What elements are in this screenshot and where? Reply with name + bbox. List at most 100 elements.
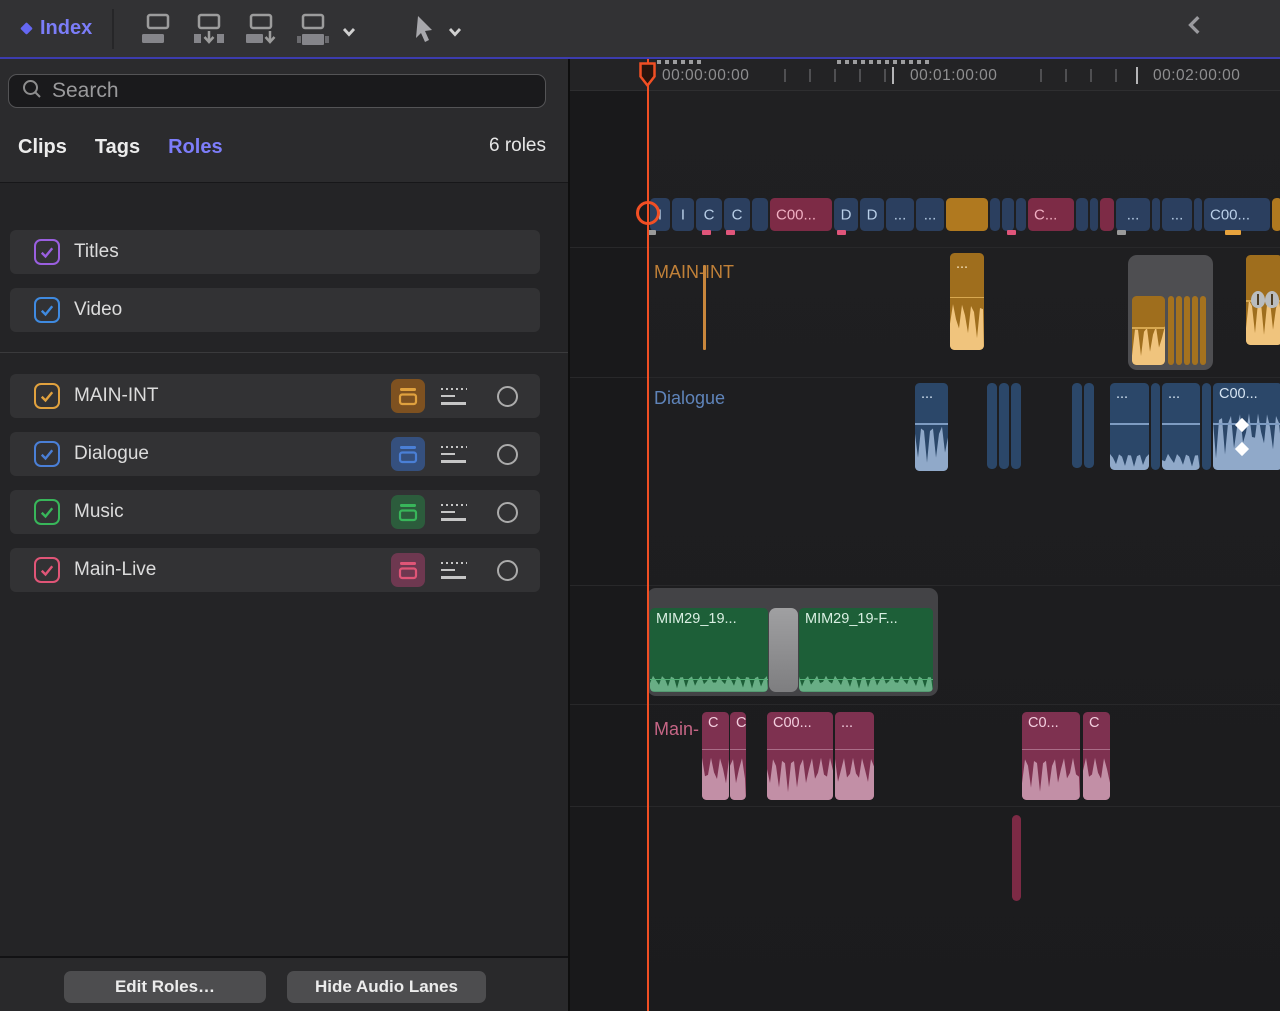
timeline-clip[interactable]: [1072, 383, 1082, 468]
role-checkbox[interactable]: [34, 441, 60, 467]
show-subroles-button[interactable]: [441, 561, 471, 579]
focus-role-button[interactable]: [497, 443, 518, 465]
storyline-clip[interactable]: [1272, 198, 1280, 231]
volume-line[interactable]: [1162, 423, 1200, 425]
show-subroles-button[interactable]: [441, 445, 471, 463]
tab-tags[interactable]: Tags: [95, 136, 140, 159]
insert-edit-icon[interactable]: [190, 8, 228, 50]
timeline-clip[interactable]: ...: [950, 253, 984, 350]
volume-line[interactable]: [1110, 423, 1149, 425]
storyline-clip[interactable]: [1002, 198, 1014, 231]
volume-line[interactable]: [915, 423, 948, 425]
role-checkbox[interactable]: [34, 383, 60, 409]
timeline-clip[interactable]: [1200, 296, 1206, 365]
role-row-main-int[interactable]: MAIN-INT: [10, 374, 540, 418]
volume-line[interactable]: [767, 748, 833, 751]
role-row-music[interactable]: Music: [10, 490, 540, 534]
index-button[interactable]: Index: [0, 0, 112, 57]
timeline-clip[interactable]: [1202, 383, 1211, 470]
search-input[interactable]: Search: [8, 74, 546, 108]
storyline-clip[interactable]: [1194, 198, 1202, 231]
clip-marker[interactable]: [702, 230, 711, 235]
connect-edit-icon[interactable]: [138, 8, 176, 50]
volume-line[interactable]: [650, 678, 768, 681]
timeline-clip[interactable]: C0...: [1022, 712, 1080, 800]
role-checkbox[interactable]: [34, 557, 60, 583]
storyline-clip[interactable]: [1100, 198, 1114, 231]
volume-line[interactable]: [1083, 748, 1110, 751]
edit-roles-button[interactable]: Edit Roles…: [64, 971, 266, 1003]
volume-line[interactable]: [950, 296, 984, 299]
storyline-clip[interactable]: ...: [1116, 198, 1150, 231]
timeline-clip[interactable]: C00...: [767, 712, 833, 800]
role-checkbox[interactable]: [34, 499, 60, 525]
storyline-clip[interactable]: C00...: [770, 198, 832, 231]
clip-marker[interactable]: [1225, 230, 1241, 235]
show-subroles-button[interactable]: [441, 503, 471, 521]
timeline-clip[interactable]: MIM29_19-F...: [799, 608, 933, 692]
timeline-clip[interactable]: [999, 383, 1009, 469]
volume-line[interactable]: [1132, 327, 1165, 329]
timeline-ruler[interactable]: 00:00:00:00 00:01:00:00 00:02:00:00: [570, 59, 1280, 91]
show-subroles-button[interactable]: [441, 387, 471, 405]
show-audio-lane-button[interactable]: [391, 379, 425, 413]
role-row-video[interactable]: Video: [10, 288, 540, 332]
hide-audio-lanes-button[interactable]: Hide Audio Lanes: [287, 971, 486, 1003]
clip-marker[interactable]: [837, 230, 846, 235]
fade-handle[interactable]: [1264, 291, 1279, 308]
storyline-clip[interactable]: C: [724, 198, 750, 231]
timeline-clip[interactable]: [1012, 815, 1021, 901]
clip-marker[interactable]: [1117, 230, 1126, 235]
fade-handle[interactable]: [1251, 291, 1266, 308]
timeline-clip[interactable]: ...: [1162, 383, 1200, 470]
timeline-clip[interactable]: C: [1083, 712, 1110, 800]
storyline-clip[interactable]: I: [672, 198, 694, 231]
role-checkbox[interactable]: [34, 297, 60, 323]
volume-line[interactable]: [835, 748, 874, 751]
timeline-clip[interactable]: [1151, 383, 1160, 470]
volume-line[interactable]: [730, 748, 746, 751]
focus-role-button[interactable]: [497, 501, 518, 523]
timeline-clip[interactable]: [703, 265, 706, 350]
clip-marker[interactable]: [1007, 230, 1016, 235]
focus-role-button[interactable]: [497, 559, 518, 581]
storyline-clip[interactable]: C...: [1028, 198, 1074, 231]
storyline-clip[interactable]: [752, 198, 768, 231]
timeline-clip[interactable]: ...: [835, 712, 874, 800]
tab-roles[interactable]: Roles: [168, 136, 222, 159]
storyline-clip[interactable]: D: [860, 198, 884, 231]
role-row-dialogue[interactable]: Dialogue: [10, 432, 540, 476]
show-audio-lane-button[interactable]: [391, 495, 425, 529]
storyline-clip[interactable]: [1016, 198, 1026, 231]
timeline-clip[interactable]: C: [702, 712, 729, 800]
storyline-clip[interactable]: [1090, 198, 1098, 231]
show-audio-lane-button[interactable]: [391, 437, 425, 471]
timeline-clip[interactable]: [1132, 296, 1165, 365]
storyline-clip[interactable]: ...: [1162, 198, 1192, 231]
role-checkbox[interactable]: [34, 239, 60, 265]
timeline-clip[interactable]: [1246, 255, 1280, 345]
storyline-clip[interactable]: D: [834, 198, 858, 231]
storyline-clip[interactable]: C: [696, 198, 722, 231]
storyline-clip[interactable]: [1076, 198, 1088, 231]
append-edit-icon[interactable]: [242, 8, 280, 50]
role-row-main-live[interactable]: Main-Live: [10, 548, 540, 592]
timeline-clip[interactable]: [1168, 296, 1174, 365]
volume-line[interactable]: [702, 748, 729, 751]
timeline-clip[interactable]: C: [730, 712, 746, 800]
timeline[interactable]: 00:00:00:00 00:01:00:00 00:02:00:00 MAIN-I…: [568, 59, 1280, 1011]
timeline-clip[interactable]: ...: [1110, 383, 1149, 470]
chevron-down-icon[interactable]: [448, 26, 462, 38]
overwrite-edit-icon[interactable]: [294, 8, 332, 50]
timeline-clip[interactable]: [1184, 296, 1190, 365]
volume-line[interactable]: [1022, 748, 1080, 751]
timeline-clip[interactable]: MIM29_19...: [650, 608, 768, 692]
timeline-clip[interactable]: ...: [915, 383, 948, 471]
focus-role-button[interactable]: [497, 385, 518, 407]
timeline-clip[interactable]: [1192, 296, 1198, 365]
storyline-clip[interactable]: [990, 198, 1000, 231]
chevron-down-icon[interactable]: [342, 26, 356, 38]
timeline-clip[interactable]: [1011, 383, 1021, 469]
storyline-clip[interactable]: ...: [886, 198, 914, 231]
storyline-clip[interactable]: ...: [916, 198, 944, 231]
